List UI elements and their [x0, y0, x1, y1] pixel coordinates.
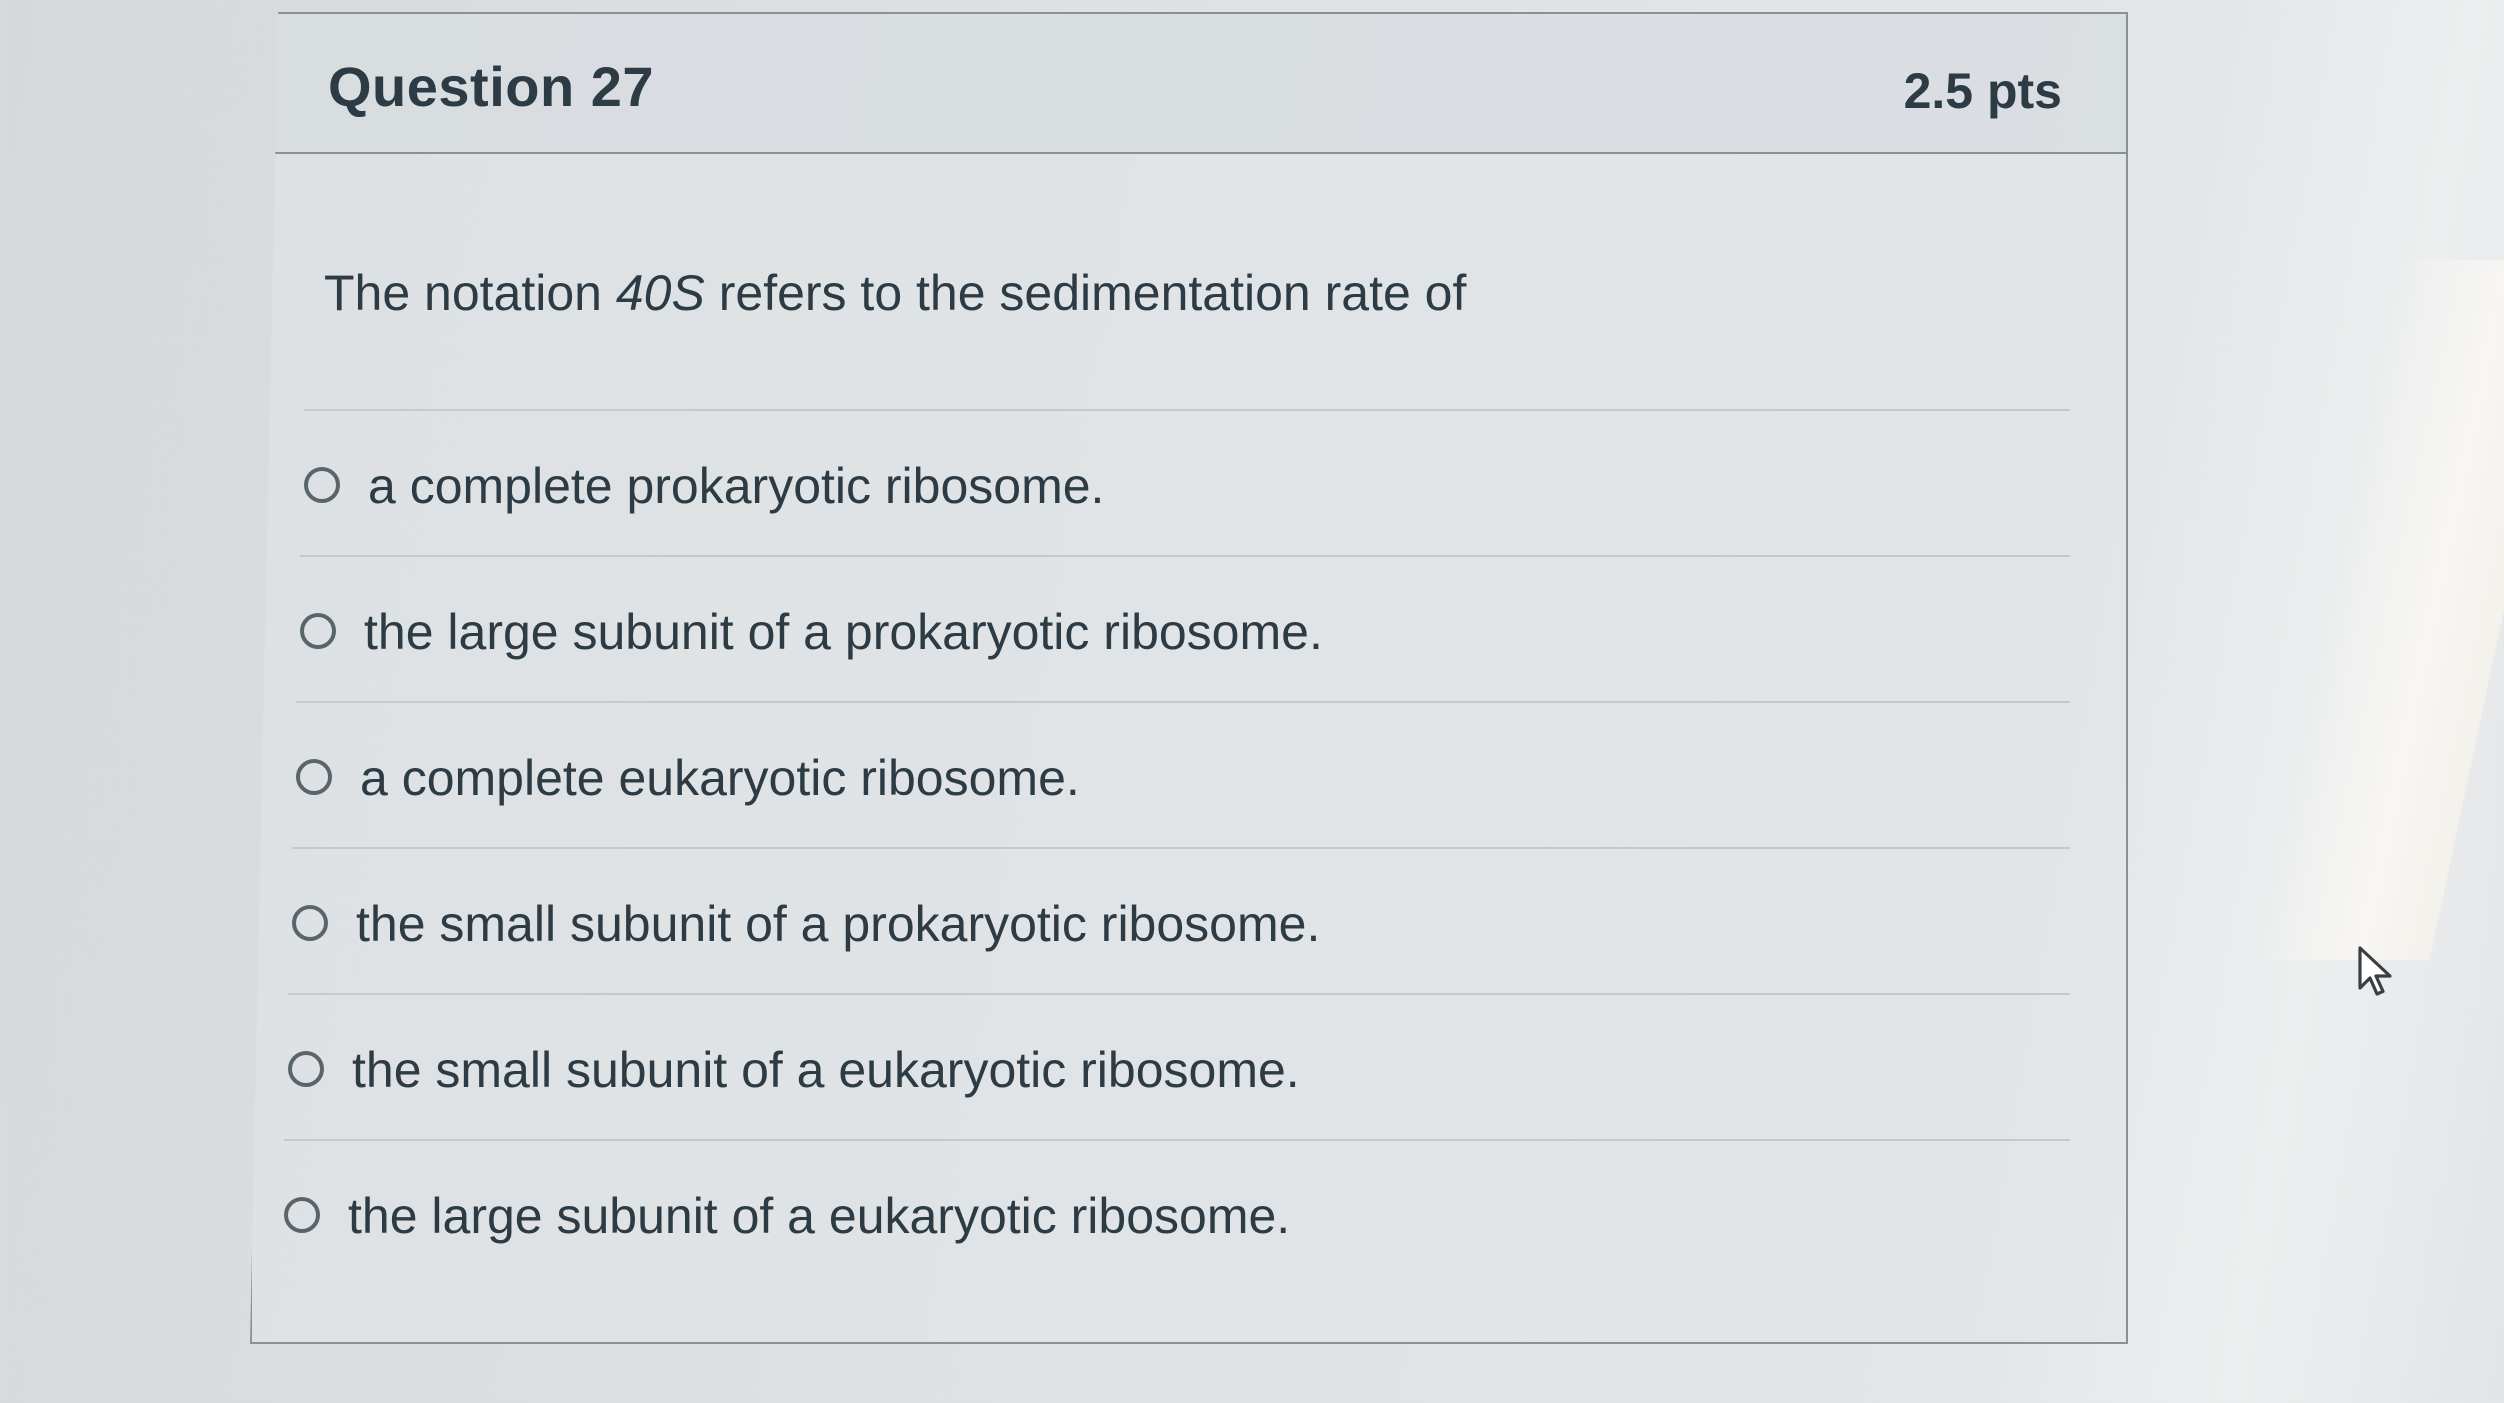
question-title: Question 27 [328, 55, 655, 118]
answer-option[interactable]: the small subunit of a prokaryotic ribos… [292, 847, 2070, 993]
mouse-pointer-icon [2358, 946, 2392, 996]
question-points: 2.5 pts [1903, 63, 2062, 119]
answer-option[interactable]: a complete eukaryotic ribosome. [296, 701, 2070, 847]
answer-label[interactable]: the large subunit of a prokaryotic ribos… [364, 603, 1323, 661]
answer-list: a complete prokaryotic ribosome. the lar… [252, 409, 2126, 1285]
answer-label[interactable]: a complete eukaryotic ribosome. [360, 749, 1080, 807]
answer-label[interactable]: the large subunit of a eukaryotic riboso… [348, 1187, 1290, 1245]
answer-label[interactable]: a complete prokaryotic ribosome. [368, 457, 1104, 515]
answer-option[interactable]: the large subunit of a eukaryotic riboso… [284, 1139, 2070, 1285]
question-notation: 40S [615, 265, 705, 321]
question-text-after: refers to the sedimentation rate of [704, 265, 1467, 321]
radio-unchecked-icon[interactable] [284, 1197, 320, 1233]
radio-unchecked-icon[interactable] [304, 467, 340, 503]
answer-option[interactable]: the large subunit of a prokaryotic ribos… [300, 555, 2070, 701]
question-card: Question 27 2.5 pts The notation 40S ref… [250, 12, 2128, 1344]
screen-glare [2249, 260, 2504, 960]
answer-label[interactable]: the small subunit of a prokaryotic ribos… [356, 895, 1320, 953]
answer-option[interactable]: the small subunit of a eukaryotic riboso… [288, 993, 2070, 1139]
radio-unchecked-icon[interactable] [296, 759, 332, 795]
question-header: Question 27 2.5 pts [252, 14, 2126, 154]
radio-unchecked-icon[interactable] [292, 905, 328, 941]
radio-unchecked-icon[interactable] [300, 613, 336, 649]
radio-unchecked-icon[interactable] [288, 1051, 324, 1087]
answer-label[interactable]: the small subunit of a eukaryotic riboso… [352, 1041, 1300, 1099]
question-text: The notation 40S refers to the sedimenta… [324, 264, 1466, 322]
question-text-before: The notation [324, 265, 616, 321]
answer-option[interactable]: a complete prokaryotic ribosome. [304, 409, 2070, 555]
